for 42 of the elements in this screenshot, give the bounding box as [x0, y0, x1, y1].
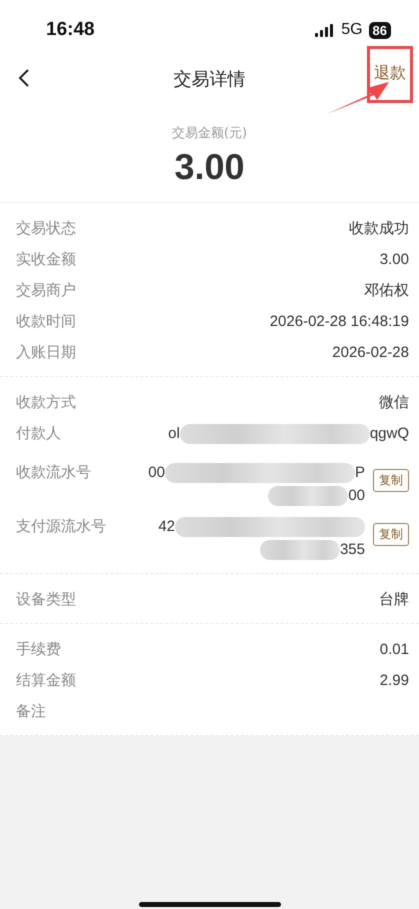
signal-icon [315, 24, 336, 36]
field-label: 付款人 [16, 424, 61, 443]
status-time: 16:48 [46, 19, 95, 41]
field-label: 收款时间 [16, 312, 76, 331]
field-label: 手续费 [16, 640, 61, 659]
refund-link[interactable]: 退款 [367, 46, 413, 103]
field-value: 00 [148, 464, 165, 481]
field-label: 设备类型 [16, 590, 76, 609]
back-button[interactable] [18, 68, 30, 88]
field-value: ol [168, 425, 180, 442]
back-icon [18, 68, 30, 88]
battery-level: 86 [368, 22, 391, 38]
field-label: 实收金额 [16, 250, 76, 269]
field-value: 台牌 [379, 590, 409, 609]
field-value: P [354, 464, 365, 481]
field-value: 355 [340, 541, 365, 558]
copy-button[interactable]: 复制 [373, 469, 409, 492]
field-value: 00 [348, 487, 365, 504]
arrow-drawing [327, 80, 389, 114]
field-label: 支付源流水号 [16, 517, 106, 536]
field-label: 入账日期 [16, 343, 76, 362]
amount-label: 交易金额(元) [172, 125, 248, 142]
amount-value: 3.00 [174, 146, 245, 188]
field-value: 邓佑权 [364, 281, 409, 300]
field-value: 0.01 [380, 641, 409, 658]
field-value: 微信 [379, 393, 409, 412]
field-value: 2026-02-28 [332, 344, 409, 361]
field-value: 2026-02-28 16:48:19 [270, 313, 409, 330]
page-title: 交易详情 [174, 68, 246, 91]
field-value: 42 [158, 518, 175, 535]
field-value: 3.00 [380, 251, 409, 268]
field-value: 收款成功 [349, 219, 409, 238]
field-label: 交易状态 [16, 219, 76, 238]
network-label: 5G [341, 21, 363, 39]
copy-button[interactable]: 复制 [373, 523, 409, 546]
field-value: qgwQ [370, 425, 409, 442]
field-label: 交易商户 [16, 281, 76, 300]
field-value: 2.99 [380, 672, 409, 689]
field-label: 备注 [16, 702, 46, 721]
field-label: 结算金额 [16, 671, 76, 690]
field-label: 收款流水号 [16, 463, 91, 482]
field-label: 收款方式 [16, 393, 76, 412]
